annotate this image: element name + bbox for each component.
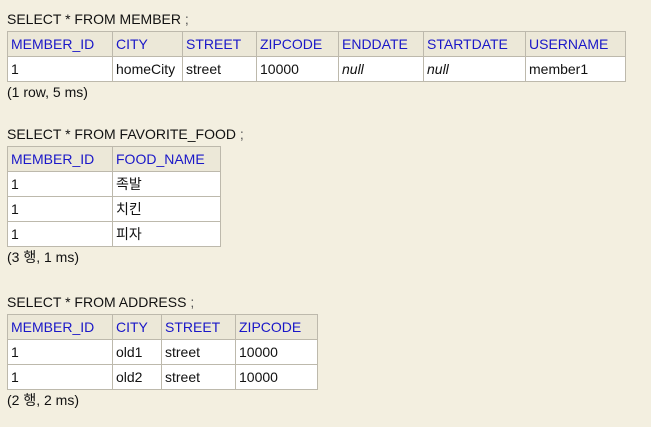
- table-cell: street: [161, 364, 236, 390]
- column-header: MEMBER_ID: [7, 314, 113, 340]
- result-summary: (1 row, 5 ms): [7, 84, 88, 100]
- query-text: SELECT * FROM ADDRESS ;: [7, 293, 318, 312]
- table-cell-null: null: [423, 56, 526, 82]
- result-table-favorite-food: MEMBER_ID FOOD_NAME 1 족발 1 치킨 1 피자: [7, 146, 221, 247]
- table-cell: 1: [7, 339, 113, 365]
- table-cell: 1: [7, 364, 113, 390]
- table-cell: homeCity: [112, 56, 183, 82]
- header-row: MEMBER_ID FOOD_NAME: [7, 146, 221, 172]
- table-cell: old2: [112, 364, 162, 390]
- table-cell: 치킨: [112, 196, 221, 222]
- table-cell: 1: [7, 56, 113, 82]
- column-header: STREET: [182, 31, 257, 57]
- table-cell: 10000: [235, 364, 318, 390]
- result-block-address: SELECT * FROM ADDRESS ; MEMBER_ID CITY S…: [7, 293, 318, 410]
- table-cell: 피자: [112, 221, 221, 247]
- table-row: 1 homeCity street 10000 null null member…: [7, 56, 626, 82]
- table-row: 1 피자: [7, 221, 221, 247]
- column-header: CITY: [112, 314, 162, 340]
- query-text: SELECT * FROM FAVORITE_FOOD ;: [7, 125, 244, 144]
- table-row: 1 족발: [7, 171, 221, 197]
- table-row: 1 old2 street 10000: [7, 364, 318, 390]
- query-sql: SELECT * FROM MEMBER: [7, 11, 181, 27]
- column-header: ENDDATE: [338, 31, 424, 57]
- result-summary: (3 행, 1 ms): [7, 249, 79, 265]
- table-cell: 1: [7, 171, 113, 197]
- column-header: STARTDATE: [423, 31, 526, 57]
- query-text: SELECT * FROM MEMBER ;: [7, 10, 626, 29]
- table-cell: member1: [525, 56, 626, 82]
- query-sql: SELECT * FROM FAVORITE_FOOD: [7, 126, 236, 142]
- table-cell: street: [182, 56, 257, 82]
- header-row: MEMBER_ID CITY STREET ZIPCODE ENDDATE ST…: [7, 31, 626, 57]
- table-cell: 족발: [112, 171, 221, 197]
- column-header: CITY: [112, 31, 183, 57]
- table-cell: street: [161, 339, 236, 365]
- table-cell: old1: [112, 339, 162, 365]
- header-row: MEMBER_ID CITY STREET ZIPCODE: [7, 314, 318, 340]
- result-summary: (2 행, 2 ms): [7, 392, 79, 408]
- result-block-member: SELECT * FROM MEMBER ; MEMBER_ID CITY ST…: [7, 10, 626, 102]
- query-terminator: ;: [190, 294, 195, 310]
- query-sql: SELECT * FROM ADDRESS: [7, 294, 187, 310]
- table-row: 1 old1 street 10000: [7, 339, 318, 365]
- table-cell: 10000: [256, 56, 339, 82]
- column-header: FOOD_NAME: [112, 146, 221, 172]
- query-terminator: ;: [184, 11, 189, 27]
- query-terminator: ;: [239, 126, 244, 142]
- table-cell: 1: [7, 196, 113, 222]
- result-table-address: MEMBER_ID CITY STREET ZIPCODE 1 old1 str…: [7, 314, 318, 390]
- column-header: STREET: [161, 314, 236, 340]
- table-cell: 10000: [235, 339, 318, 365]
- column-header: USERNAME: [525, 31, 626, 57]
- table-row: 1 치킨: [7, 196, 221, 222]
- column-header: ZIPCODE: [235, 314, 318, 340]
- result-table-member: MEMBER_ID CITY STREET ZIPCODE ENDDATE ST…: [7, 31, 626, 82]
- column-header: MEMBER_ID: [7, 31, 113, 57]
- result-block-favorite-food: SELECT * FROM FAVORITE_FOOD ; MEMBER_ID …: [7, 125, 244, 267]
- column-header: MEMBER_ID: [7, 146, 113, 172]
- column-header: ZIPCODE: [256, 31, 339, 57]
- table-cell: 1: [7, 221, 113, 247]
- table-cell-null: null: [338, 56, 424, 82]
